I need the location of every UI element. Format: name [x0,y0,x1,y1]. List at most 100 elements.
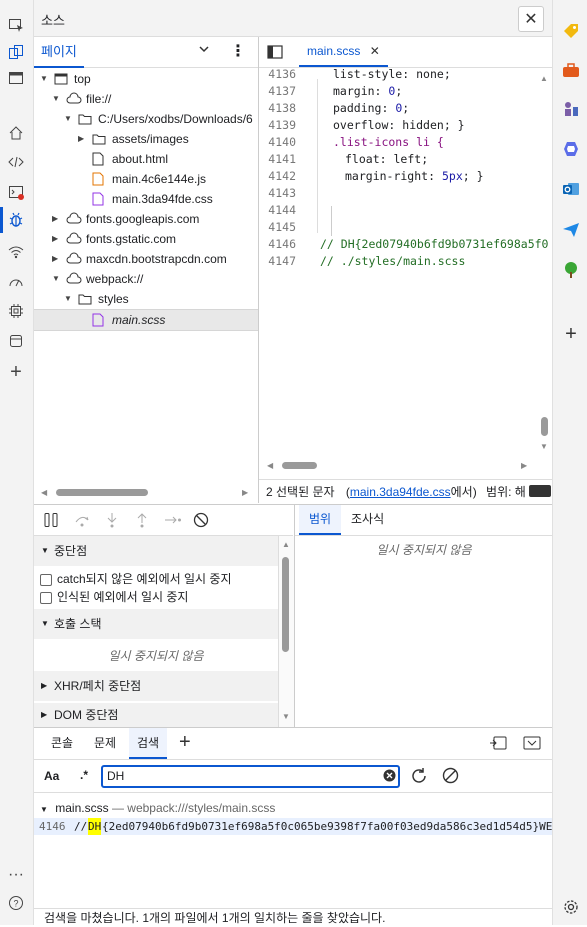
close-icon[interactable]: ✕ [518,6,544,32]
code-line[interactable]: 4137 margin: 0; [259,83,541,100]
send-plane-icon[interactable] [561,220,581,240]
code-line[interactable]: 4136 list-style: none; [259,66,541,83]
tree-item[interactable]: about.html [34,149,258,169]
device-emulation-icon[interactable] [4,40,28,64]
tab-page[interactable]: 페이지 [34,37,84,68]
inspect-element-icon[interactable] [4,13,28,37]
line-number[interactable]: 4142 [259,168,296,185]
tree-item[interactable]: main.3da94fde.css [34,189,258,209]
scroll-down-icon[interactable]: ▼ [282,712,290,721]
scroll-right-icon[interactable]: ▶ [242,488,248,497]
tree-item[interactable]: ▼ C:/Users/xodbs/Downloads/6 [34,109,258,129]
outlook-icon[interactable] [561,179,581,199]
scroll-up-icon[interactable]: ▲ [540,74,548,83]
breakpoints-section-header[interactable]: ▼ 중단점 [34,536,278,566]
step-over-icon[interactable] [74,512,90,531]
search-input[interactable]: DH [101,765,400,788]
tree-item[interactable]: ▶ fonts.gstatic.com [34,229,258,249]
line-number[interactable]: 4146 [259,236,296,253]
expanded-arrow-icon[interactable]: ▼ [52,269,62,289]
application-panel-icon[interactable] [4,329,28,353]
dock-icon[interactable] [489,736,507,753]
expanded-arrow-icon[interactable]: ▼ [52,89,62,109]
collapsed-arrow-icon[interactable]: ▶ [52,209,62,229]
pause-uncaught-row[interactable]: catch되지 않은 예외에서 일시 중지 [40,570,232,588]
code-line[interactable]: 4141 float: left; [259,151,541,168]
dom-breakpoints-header[interactable]: ▶ DOM 중단점 [34,703,278,727]
regex-toggle[interactable]: .* [80,768,88,782]
scroll-right-icon[interactable]: ▶ [521,461,527,470]
line-number[interactable]: 4145 [259,219,296,236]
line-number[interactable]: 4147 [259,253,296,270]
scroll-down-icon[interactable]: ▼ [540,442,548,451]
code-line[interactable]: 4145 [259,219,541,236]
checkbox[interactable] [40,591,52,604]
toolbox-icon[interactable] [561,60,581,80]
tag-icon[interactable] [561,21,581,41]
chess-games-icon[interactable] [561,99,581,119]
copilot-icon[interactable] [561,139,581,159]
editor-horizontal-scrollbar[interactable] [282,462,317,469]
more-tools-plus-icon[interactable]: + [4,360,28,384]
match-case-toggle[interactable]: Aa [44,769,59,783]
console-icon[interactable] [4,180,28,204]
tab-search[interactable]: 검색 [129,728,168,759]
settings-gear-icon[interactable] [561,897,581,917]
close-tab-icon[interactable]: ✕ [370,44,380,58]
code-line[interactable]: 4143 [259,185,541,202]
tree-item[interactable]: ▼ styles [34,289,258,309]
tree-item[interactable]: ▼ webpack:// [34,269,258,289]
network-wifi-icon[interactable] [4,240,28,264]
search-result-line[interactable]: 4146 // DH {2ed07940b6fd9b0731ef698a5f0c… [34,818,552,835]
scroll-left-icon[interactable]: ◀ [41,488,47,497]
tab-main-scss[interactable]: main.scss ✕ [299,37,388,67]
collapsed-arrow-icon[interactable]: ▶ [52,249,62,269]
scroll-up-icon[interactable]: ▲ [282,540,290,549]
coverage-icon[interactable] [529,485,551,497]
tree-item[interactable]: ▶ maxcdn.bootstrapcdn.com [34,249,258,269]
window-icon[interactable] [4,66,28,90]
code-line[interactable]: 4147 // ./styles/main.scss [259,253,541,270]
line-number[interactable]: 4141 [259,151,296,168]
performance-gauge-icon[interactable] [4,270,28,294]
line-number[interactable]: 4137 [259,83,296,100]
search-result-file[interactable]: ▼ main.scss — webpack:///styles/main.scs… [40,800,275,817]
line-number[interactable]: 4136 [259,66,296,83]
collapsed-arrow-icon[interactable]: ▶ [78,129,88,149]
pause-icon[interactable] [43,512,59,531]
xhr-breakpoints-header[interactable]: ▶ XHR/페치 중단점 [34,671,278,701]
code-area[interactable]: 4136 list-style: none; 4137 margin: 0; 4138 p… [259,66,548,456]
code-line[interactable]: 4139 overflow: hidden; } [259,117,541,134]
help-question-icon[interactable]: ? [4,891,28,915]
chevron-down-icon[interactable] [198,43,210,58]
tab-scope[interactable]: 범위 [299,505,342,535]
add-sidebar-app-icon[interactable]: + [561,323,581,345]
tree-icon[interactable] [561,260,581,280]
tab-issues[interactable]: 문제 [86,728,124,759]
clear-search-icon[interactable] [442,767,459,787]
tree-item[interactable]: main.scss [34,309,258,331]
toggle-navigator-icon[interactable] [267,45,283,62]
memory-chip-icon[interactable] [4,299,28,323]
source-map-link[interactable]: main.3da94fde.css [350,485,451,499]
editor-vertical-scrollbar[interactable] [541,417,548,436]
checkbox[interactable] [40,573,52,586]
clear-input-icon[interactable] [383,769,396,785]
code-line[interactable]: 4138 padding: 0; [259,100,541,117]
refresh-icon[interactable] [410,767,428,788]
code-line[interactable]: 4140 .list-icons li { [259,134,541,151]
tree-item[interactable]: ▶ fonts.googleapis.com [34,209,258,229]
expanded-arrow-icon[interactable]: ▼ [64,109,74,129]
code-line[interactable]: 4146 // DH{2ed07940b6fd9b0731ef698a5f0 [259,236,548,253]
line-number[interactable]: 4140 [259,134,296,151]
tree-item[interactable]: main.4c6e144e.js [34,169,258,189]
expanded-arrow-icon[interactable]: ▼ [64,289,74,309]
step-into-icon[interactable] [104,512,120,531]
tree-item[interactable]: ▼ top [34,69,258,89]
pause-caught-row[interactable]: 인식된 예외에서 일시 중지 [40,588,188,606]
expanded-arrow-icon[interactable]: ▼ [40,69,50,89]
nav-horizontal-scrollbar[interactable] [56,489,148,496]
deactivate-breakpoints-icon[interactable] [193,512,209,531]
line-number[interactable]: 4143 [259,185,296,202]
add-tab-plus-icon[interactable]: + [179,731,191,754]
